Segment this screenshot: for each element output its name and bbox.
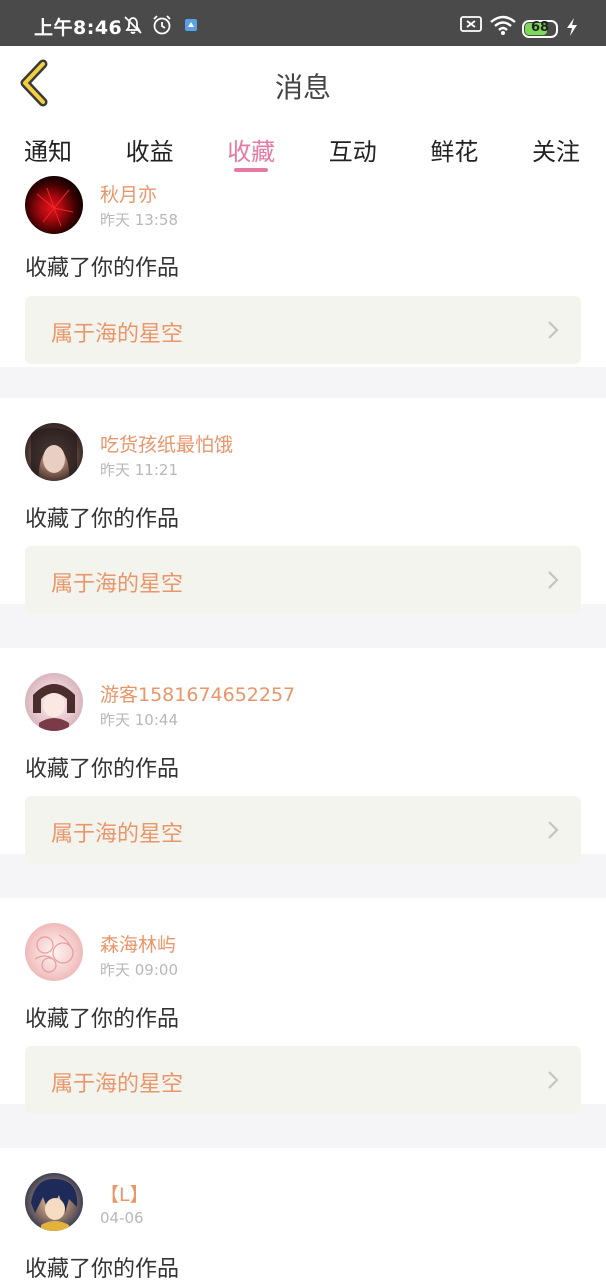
avatar[interactable] bbox=[25, 673, 83, 731]
tab-favorites[interactable]: 收藏 bbox=[227, 120, 275, 176]
user-name[interactable]: 秋月亦 bbox=[100, 180, 157, 207]
avatar-image bbox=[31, 427, 77, 481]
timestamp: 昨天 10:44 bbox=[100, 711, 178, 729]
alarm-icon bbox=[153, 15, 171, 35]
action-text: 收藏了你的作品 bbox=[25, 1007, 180, 1032]
message-feed[interactable]: 秋月亦 昨天 13:58 收藏了你的作品 属于海的星空 吃货孩纸最怕饿 昨天 1… bbox=[0, 176, 606, 1280]
work-link[interactable]: 属于海的星空 bbox=[25, 1046, 581, 1114]
avatar[interactable] bbox=[25, 923, 83, 981]
avatar-image bbox=[31, 1178, 78, 1231]
avatar[interactable] bbox=[25, 1173, 83, 1231]
tab-flowers[interactable]: 鲜花 bbox=[430, 120, 478, 176]
timestamp: 昨天 09:00 bbox=[100, 961, 178, 979]
header: 消息 bbox=[0, 46, 606, 121]
list-item: 【L】 04-06 收藏了你的作品 bbox=[0, 1148, 606, 1280]
work-title: 属于海的星空 bbox=[51, 822, 184, 847]
tab-notifications[interactable]: 通知 bbox=[24, 120, 72, 176]
tab-bar: 通知 收益 收藏 互动 鲜花 关注 bbox=[0, 120, 606, 176]
list-item: 游客1581674652257 昨天 10:44 收藏了你的作品 属于海的星空 bbox=[0, 648, 606, 864]
action-text: 收藏了你的作品 bbox=[25, 256, 180, 281]
user-name[interactable]: 吃货孩纸最怕饿 bbox=[100, 430, 233, 457]
status-time: 上午8:46 bbox=[34, 17, 123, 39]
status-bar: 上午8:46 68 bbox=[0, 0, 606, 46]
avatar-image bbox=[33, 684, 75, 731]
work-link[interactable]: 属于海的星空 bbox=[25, 296, 581, 364]
tab-interactions[interactable]: 互动 bbox=[329, 120, 377, 176]
work-title: 属于海的星空 bbox=[51, 322, 184, 347]
list-item: 森海林屿 昨天 09:00 收藏了你的作品 属于海的星空 bbox=[0, 898, 606, 1114]
page-title: 消息 bbox=[274, 71, 331, 104]
timestamp: 04-06 bbox=[100, 1209, 144, 1227]
user-name[interactable]: 【L】 bbox=[100, 1180, 149, 1207]
list-item: 秋月亦 昨天 13:58 收藏了你的作品 属于海的星空 bbox=[0, 176, 606, 367]
avatar-image bbox=[34, 934, 74, 973]
timestamp: 昨天 11:21 bbox=[100, 461, 178, 479]
avatar[interactable] bbox=[25, 423, 83, 481]
action-text: 收藏了你的作品 bbox=[25, 1257, 180, 1280]
wifi-icon bbox=[490, 15, 516, 35]
work-link[interactable]: 属于海的星空 bbox=[25, 546, 581, 614]
charging-icon bbox=[567, 18, 577, 36]
work-title: 属于海的星空 bbox=[51, 1072, 184, 1097]
work-link[interactable]: 属于海的星空 bbox=[25, 796, 581, 864]
tab-follows[interactable]: 关注 bbox=[532, 120, 580, 176]
timestamp: 昨天 13:58 bbox=[100, 211, 178, 229]
user-name[interactable]: 森海林屿 bbox=[100, 930, 176, 957]
chevron-right-icon bbox=[548, 821, 559, 839]
work-title: 属于海的星空 bbox=[51, 572, 184, 597]
chevron-right-icon bbox=[548, 321, 559, 339]
tab-earnings[interactable]: 收益 bbox=[126, 120, 174, 176]
chevron-right-icon bbox=[548, 571, 559, 589]
chevron-right-icon bbox=[548, 1071, 559, 1089]
action-text: 收藏了你的作品 bbox=[25, 757, 180, 782]
avatar-image bbox=[36, 187, 74, 227]
action-text: 收藏了你的作品 bbox=[25, 507, 180, 532]
battery-percentage: 68 bbox=[530, 20, 550, 35]
list-item: 吃货孩纸最怕饿 昨天 11:21 收藏了你的作品 属于海的星空 bbox=[0, 398, 606, 614]
app-notification-icon bbox=[185, 19, 197, 31]
avatar[interactable] bbox=[25, 176, 83, 234]
sim-x-icon bbox=[460, 16, 482, 32]
user-name[interactable]: 游客1581674652257 bbox=[100, 680, 295, 707]
battery-icon: 68 bbox=[522, 20, 558, 38]
bell-off-icon bbox=[124, 16, 142, 34]
